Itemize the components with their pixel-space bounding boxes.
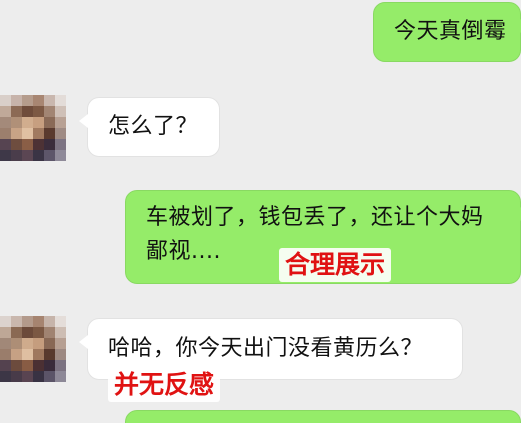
contact-avatar[interactable] — [0, 316, 66, 382]
annotation-label: 并无反感 — [108, 368, 221, 402]
contact-avatar[interactable] — [0, 95, 66, 161]
message-text: 今天真倒霉 — [394, 19, 507, 44]
outgoing-message-bubble[interactable]: 今天真倒霉 — [373, 2, 521, 62]
incoming-message-bubble[interactable]: 怎么了？ — [79, 97, 220, 157]
annotation-label: 合理展示 — [279, 248, 392, 282]
outgoing-message-bubble[interactable] — [125, 410, 521, 423]
chat-window: 今天真倒霉 怎么了？ 车被划了，钱包丢了，还让个大妈 鄙视.... 合理展示 哈… — [0, 0, 521, 423]
message-text: 哈哈，你今天出门没看黄历么？ — [108, 336, 424, 361]
message-text: 怎么了？ — [108, 114, 199, 139]
